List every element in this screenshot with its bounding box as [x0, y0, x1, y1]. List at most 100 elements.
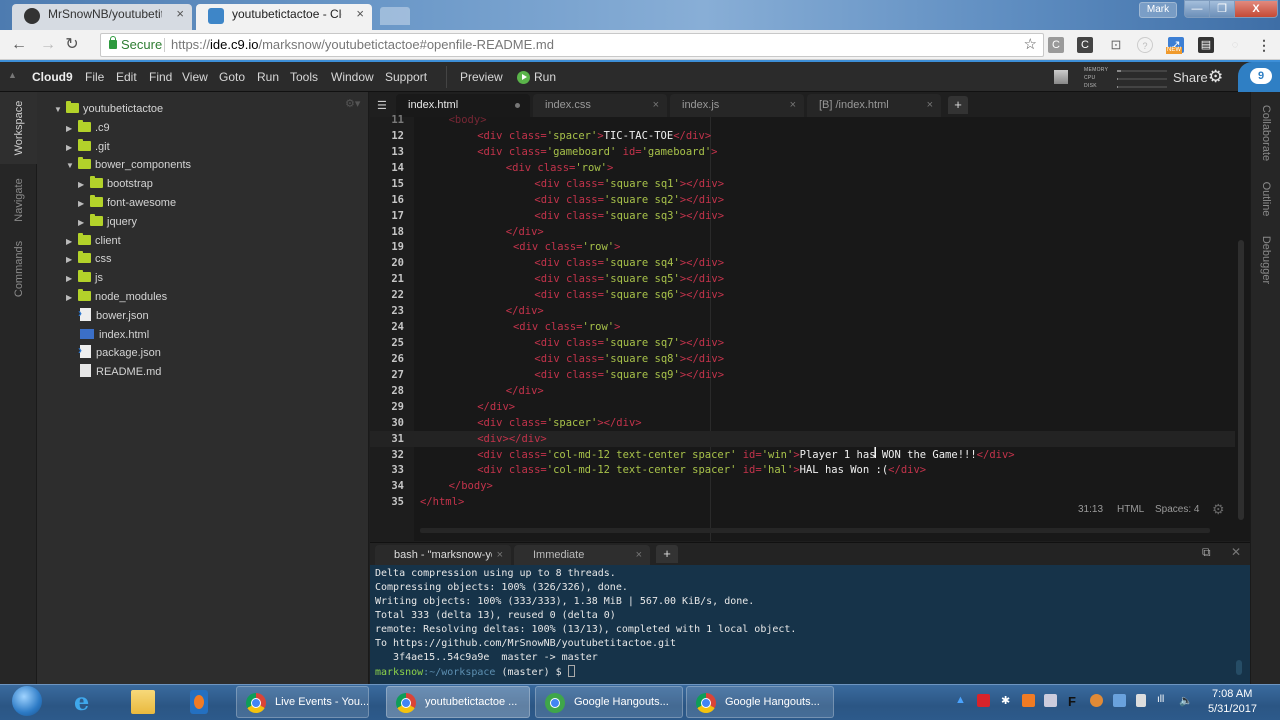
taskbar-task-google-hangouts-2[interactable]: Google Hangouts... [686, 686, 834, 718]
help-extension-icon[interactable]: ? [1137, 37, 1153, 53]
tab-workspace[interactable]: Workspace [0, 92, 37, 164]
terminal-tab-bash[interactable]: bash - "marksnow-yo × [375, 545, 511, 565]
run-button[interactable]: Run [534, 70, 556, 84]
tray-volume-icon[interactable]: 🔈 [1179, 694, 1193, 707]
line-number[interactable]: 31 [370, 431, 404, 447]
address-bar[interactable]: Secure https://ide.c9.io/marksnow/youtub… [100, 33, 1044, 57]
line-number[interactable]: 30 [370, 415, 404, 431]
collapse-menu-icon[interactable]: ▲ [8, 70, 17, 80]
line-number[interactable]: 12 [370, 128, 404, 144]
add-terminal-button[interactable]: + [656, 545, 678, 563]
editor-horizontal-scrollbar[interactable] [420, 528, 1210, 533]
code-line[interactable]: 28 </div> [370, 383, 1235, 399]
code-line[interactable]: 29 </div> [370, 399, 1235, 415]
line-number[interactable]: 23 [370, 303, 404, 319]
line-number[interactable]: 11 [370, 112, 404, 128]
collapsed-arrow-icon[interactable]: ▶ [78, 214, 90, 232]
code-line[interactable]: 20 <div class='square sq4'></div> [370, 255, 1235, 271]
menu-file[interactable]: File [85, 70, 104, 84]
tab-outline[interactable]: Outline [1251, 174, 1280, 224]
bookmark-star-icon[interactable]: ☆ [1024, 34, 1037, 56]
file-tree-item[interactable]: bower.json [78, 304, 149, 325]
file-tree-item[interactable]: README.md [80, 363, 161, 381]
preview-button[interactable]: Preview [460, 70, 503, 84]
menu-tools[interactable]: Tools [290, 70, 318, 84]
close-tab-icon[interactable]: × [636, 545, 642, 565]
tray-power-icon[interactable] [1136, 694, 1146, 707]
menu-find[interactable]: Find [149, 70, 172, 84]
file-tree-item[interactable]: ▶ font-awesome [78, 194, 176, 212]
preferences-gear-icon[interactable]: ⚙ [1208, 67, 1223, 87]
code-line[interactable]: 33 <div class='col-md-12 text-center spac… [370, 462, 1235, 478]
tray-signal-icon[interactable]: ıll [1157, 694, 1170, 707]
collapsed-arrow-icon[interactable]: ▶ [66, 289, 78, 307]
restore-panel-icon[interactable]: ⧉ [1202, 545, 1211, 560]
tab-commands[interactable]: Commands [0, 234, 37, 304]
new-tab-button[interactable] [380, 7, 410, 25]
line-number[interactable]: 22 [370, 287, 404, 303]
reload-icon[interactable]: ↻ [62, 36, 82, 54]
collapsed-arrow-icon[interactable]: ▶ [66, 120, 78, 138]
back-arrow-icon[interactable]: ← [9, 36, 29, 54]
language-mode[interactable]: HTML [1117, 504, 1144, 515]
collapsed-arrow-icon[interactable]: ▶ [66, 270, 78, 288]
code-line[interactable]: 17 <div class='square sq3'></div> [370, 208, 1235, 224]
menu-run[interactable]: Run [257, 70, 279, 84]
code-line[interactable]: 14 <div class='row'> [370, 160, 1235, 176]
code-line[interactable]: 15 <div class='square sq1'></div> [370, 176, 1235, 192]
c-extension-dark-icon[interactable]: C [1077, 37, 1093, 53]
expanded-arrow-icon[interactable]: ▼ [66, 157, 78, 175]
line-number[interactable]: 25 [370, 335, 404, 351]
code-line[interactable]: 30 <div class='spacer'></div> [370, 415, 1235, 431]
code-line[interactable]: 26 <div class='square sq8'></div> [370, 351, 1235, 367]
browser-tab-cloud9[interactable]: youtubetictactoe - Cloud9 × [196, 4, 372, 30]
terminal-scrollbar[interactable] [1236, 660, 1242, 675]
taskbar-task-youtubetictactoe[interactable]: youtubetictactoe ... [386, 686, 530, 718]
line-number[interactable]: 29 [370, 399, 404, 415]
line-number[interactable]: 15 [370, 176, 404, 192]
tray-f-icon[interactable]: F [1068, 694, 1081, 709]
menu-dots-icon[interactable]: ⋮ [1256, 37, 1272, 53]
collapsed-arrow-icon[interactable]: ▶ [66, 233, 78, 251]
media-player-icon[interactable] [190, 690, 208, 714]
file-tree-item[interactable]: package.json [78, 341, 161, 362]
code-line[interactable]: 19 <div class='row'> [370, 239, 1235, 255]
code-line[interactable]: 22 <div class='square sq6'></div> [370, 287, 1235, 303]
code-line[interactable]: 35 </html> [370, 494, 1235, 510]
cloud9-logo[interactable]: 9 [1238, 62, 1280, 92]
collapsed-arrow-icon[interactable]: ▶ [66, 251, 78, 269]
taskbar-task-live-events[interactable]: Live Events - You... [236, 686, 369, 718]
collapsed-arrow-icon[interactable]: ▶ [66, 139, 78, 157]
code-line[interactable]: 13 <div class='gameboard' id='gameboard'> [370, 144, 1235, 160]
file-explorer-icon[interactable] [131, 690, 155, 714]
browser-tab-github[interactable]: MrSnowNB/youtubetitactoe × [12, 4, 192, 30]
menu-view[interactable]: View [182, 70, 208, 84]
code-line[interactable]: 12 <div class='spacer'>TIC-TAC-TOE</div> [370, 128, 1235, 144]
file-tree-item[interactable]: ▶ jquery [78, 213, 137, 231]
new-extension-icon[interactable]: ↗ NEW [1166, 37, 1184, 54]
menu-window[interactable]: Window [331, 70, 374, 84]
tab-debugger[interactable]: Debugger [1251, 230, 1280, 290]
line-number[interactable]: 33 [370, 462, 404, 478]
tree-settings-gear-icon[interactable]: ⚙▾ [345, 97, 360, 110]
refresh-extension-icon[interactable]: ◌ [1227, 37, 1243, 53]
line-number[interactable]: 24 [370, 319, 404, 335]
tabs-menu-icon[interactable]: ☰ [377, 99, 387, 112]
menu-edit[interactable]: Edit [116, 70, 137, 84]
line-number[interactable]: 28 [370, 383, 404, 399]
tray-network-share-icon[interactable] [1113, 694, 1126, 707]
file-tree-item[interactable]: ▼ bower_components [66, 156, 191, 174]
internet-explorer-icon[interactable]: e [74, 690, 98, 714]
line-number[interactable]: 32 [370, 447, 404, 463]
file-tree-item[interactable]: ▶ client [66, 232, 121, 250]
code-line[interactable]: 16 <div class='square sq2'></div> [370, 192, 1235, 208]
expanded-arrow-icon[interactable]: ▼ [54, 101, 66, 119]
terminal-tab-immediate[interactable]: Immediate × [514, 545, 650, 565]
line-number[interactable]: 18 [370, 224, 404, 240]
close-tab-icon[interactable]: × [356, 4, 364, 24]
share-button[interactable]: Share [1173, 70, 1208, 85]
file-tree-item[interactable]: ▶ .git [66, 138, 110, 156]
file-tree-item[interactable]: index.html [80, 326, 149, 344]
tray-orange-icon[interactable] [1090, 694, 1103, 707]
menu-goto[interactable]: Goto [219, 70, 245, 84]
